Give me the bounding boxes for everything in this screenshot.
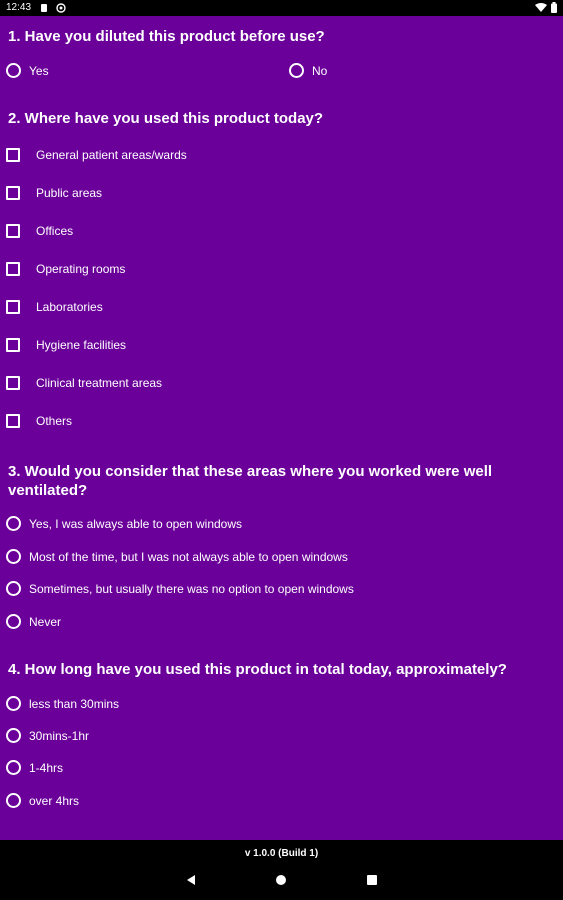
footer: v 1.0.0 (Build 1): [0, 840, 563, 900]
q2-option-label: Operating rooms: [36, 262, 126, 276]
home-icon[interactable]: [274, 873, 288, 887]
q3-option-label: Yes, I was always able to open windows: [29, 516, 243, 531]
checkbox-icon[interactable]: [6, 338, 20, 352]
status-bar: 12:43: [0, 0, 563, 16]
notification-icon: [41, 4, 47, 12]
q2-option-label: Laboratories: [36, 300, 103, 314]
q2-option-others[interactable]: Others: [6, 414, 72, 428]
q2-option-label: Others: [36, 414, 73, 428]
checkbox-icon[interactable]: [6, 300, 20, 314]
q4-option-label: less than 30mins: [29, 696, 120, 711]
q4-option-label: 1-4hrs: [29, 760, 64, 775]
question-3-title: 3. Would you consider that these areas w…: [8, 463, 493, 499]
radio-icon[interactable]: [6, 549, 21, 564]
back-icon[interactable]: [184, 873, 198, 887]
radio-icon[interactable]: [6, 614, 21, 629]
checkbox-icon[interactable]: [6, 186, 20, 200]
q3-option-never[interactable]: Never: [6, 614, 61, 629]
q2-option-public-areas[interactable]: Public areas: [6, 186, 102, 200]
status-time: 12:43: [6, 2, 32, 13]
q2-option-offices[interactable]: Offices: [6, 224, 73, 238]
version-label: v 1.0.0 (Build 1): [244, 848, 319, 859]
q3-option-label: Never: [29, 614, 62, 629]
radio-icon[interactable]: [6, 696, 21, 711]
checkbox-icon[interactable]: [6, 148, 20, 162]
checkbox-icon[interactable]: [6, 376, 20, 390]
q2-option-clinical-treatment-areas[interactable]: Clinical treatment areas: [6, 376, 162, 390]
q2-option-label: Hygiene facilities: [36, 338, 127, 352]
wifi-icon: [535, 2, 547, 12]
q4-option-over-4hrs[interactable]: over 4hrs: [6, 793, 79, 808]
checkbox-icon[interactable]: [6, 224, 20, 238]
radio-icon[interactable]: [6, 516, 21, 531]
checkbox-icon[interactable]: [6, 414, 20, 428]
q1-option-label: No: [312, 63, 328, 78]
q4-option-less-than-30mins[interactable]: less than 30mins: [6, 696, 119, 711]
radio-icon[interactable]: [6, 63, 21, 78]
q3-option-label: Sometimes, but usually there was no opti…: [29, 581, 354, 596]
survey-form: 1. Have you diluted this product before …: [0, 16, 563, 840]
status-right-icons: [535, 2, 557, 13]
q2-option-general-patient-areas[interactable]: General patient areas/wards: [6, 148, 187, 162]
q1-option-no[interactable]: No: [289, 63, 327, 78]
q2-option-hygiene-facilities[interactable]: Hygiene facilities: [6, 338, 126, 352]
recent-apps-icon[interactable]: [365, 873, 379, 887]
radio-icon[interactable]: [289, 63, 304, 78]
q2-option-laboratories[interactable]: Laboratories: [6, 300, 103, 314]
q3-option-always[interactable]: Yes, I was always able to open windows: [6, 516, 242, 531]
q4-option-1-4hrs[interactable]: 1-4hrs: [6, 760, 63, 775]
q4-option-30mins-1hr[interactable]: 30mins-1hr: [6, 728, 89, 743]
radio-icon[interactable]: [6, 581, 21, 596]
checkbox-icon[interactable]: [6, 262, 20, 276]
q2-option-label: General patient areas/wards: [36, 148, 187, 162]
q4-option-label: over 4hrs: [29, 793, 80, 808]
radio-icon[interactable]: [6, 760, 21, 775]
q4-option-label: 30mins-1hr: [29, 728, 90, 743]
q1-option-yes[interactable]: Yes: [6, 63, 49, 78]
q3-option-label: Most of the time, but I was not always a…: [29, 549, 348, 564]
at-icon: [56, 3, 66, 13]
q3-option-sometimes[interactable]: Sometimes, but usually there was no opti…: [6, 581, 354, 596]
question-2-title: 2. Where have you used this product toda…: [8, 110, 324, 127]
q2-option-label: Public areas: [36, 186, 103, 200]
question-1-title: 1. Have you diluted this product before …: [8, 28, 325, 45]
radio-icon[interactable]: [6, 728, 21, 743]
q2-option-label: Clinical treatment areas: [36, 376, 163, 390]
question-4-title: 4. How long have you used this product i…: [8, 661, 507, 678]
q3-option-most-of-time[interactable]: Most of the time, but I was not always a…: [6, 549, 348, 564]
q1-option-label: Yes: [29, 63, 49, 78]
battery-icon: [551, 2, 557, 13]
q2-option-label: Offices: [36, 224, 74, 238]
radio-icon[interactable]: [6, 793, 21, 808]
q2-option-operating-rooms[interactable]: Operating rooms: [6, 262, 125, 276]
